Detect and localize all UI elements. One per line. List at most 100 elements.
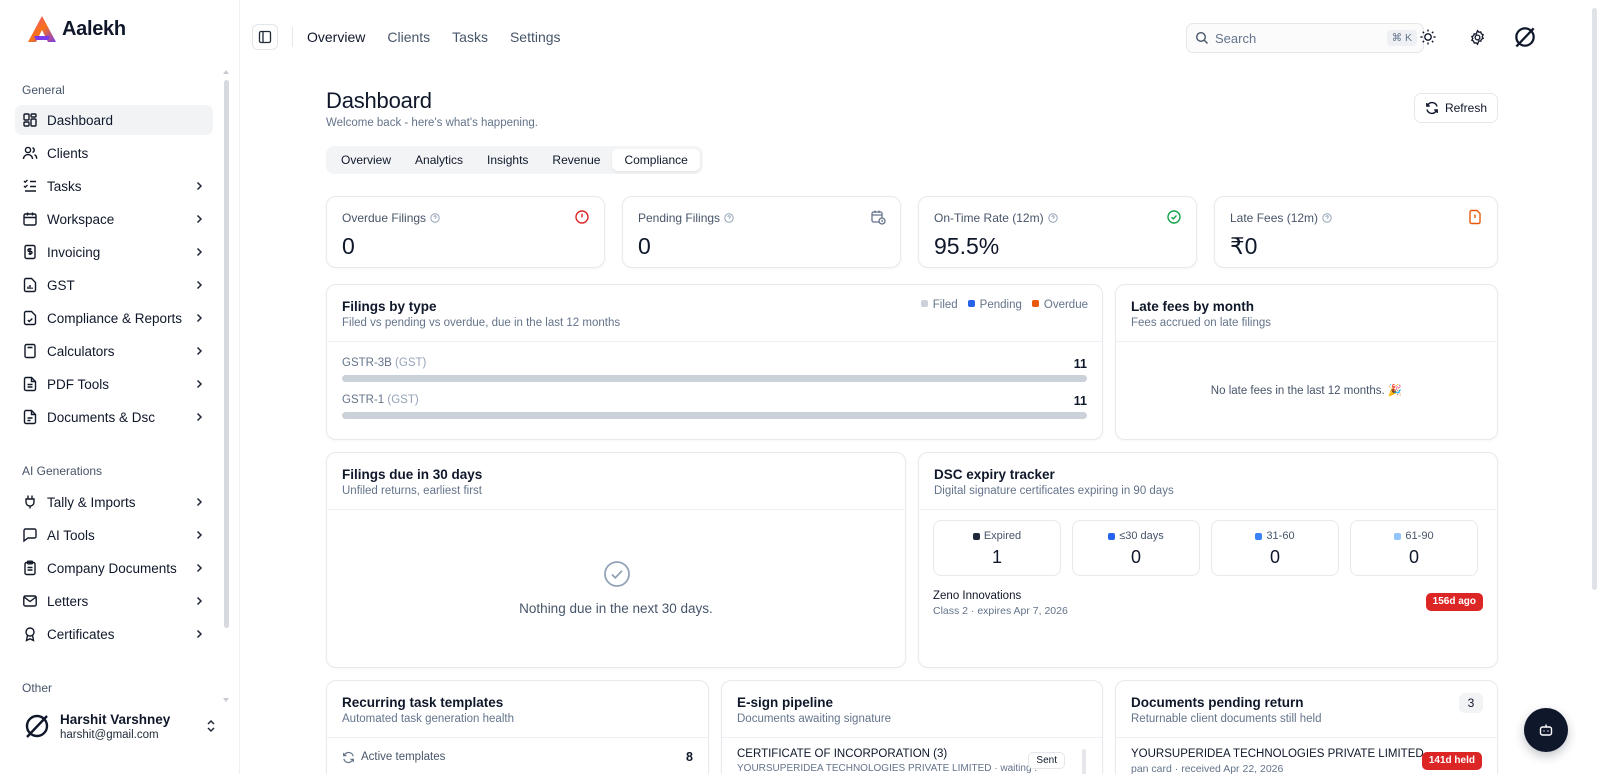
scroll-down-arrow-icon[interactable] <box>223 698 229 702</box>
chevron-right-icon <box>196 181 203 191</box>
sidebar-item-letters[interactable]: Letters <box>15 586 213 616</box>
chevron-right-icon <box>196 412 203 422</box>
help-icon[interactable] <box>430 213 440 223</box>
chevron-right-icon <box>196 596 203 606</box>
dsc-bucket-value: 0 <box>1130 547 1141 567</box>
sidebar-item-tasks[interactable]: Tasks <box>15 171 213 201</box>
dsc-bucket-label: 31-60 <box>1212 530 1338 542</box>
kpi-value: 0 <box>342 233 355 259</box>
bucket-label: 61-90 <box>1405 530 1434 542</box>
kpi-label-row: Pending Filings <box>638 211 734 225</box>
sidebar-item-label: PDF Tools <box>47 376 110 392</box>
top-tab-tasks[interactable]: Tasks <box>452 29 488 45</box>
chevron-right-icon <box>196 629 203 639</box>
assistant-button[interactable] <box>1524 708 1568 752</box>
sidebar-item-pdf-tools[interactable]: PDF Tools <box>15 369 213 399</box>
kpi-value: ₹0 <box>1230 233 1258 259</box>
tab-compliance[interactable]: Compliance <box>612 149 700 171</box>
top-tab-overview[interactable]: Overview <box>307 29 365 45</box>
active-templates-row[interactable]: Active templates 8 <box>342 749 693 765</box>
document-item[interactable]: YOURSUPERIDEA TECHNOLOGIES PRIVATE LIMIT… <box>1131 748 1482 774</box>
user-menu[interactable]: Harshit Varshney harshit@gmail.com <box>22 706 222 746</box>
document-icon <box>21 408 39 426</box>
page-scrollbar[interactable] <box>1590 0 1600 774</box>
sidebar: Aalekh General Dashboard Clients Tasks W… <box>0 0 240 774</box>
status-badge: 156d ago <box>1425 593 1483 611</box>
card-title: Documents pending return <box>1131 695 1304 710</box>
card-title: Recurring task templates <box>342 695 504 710</box>
profile-button[interactable] <box>1511 23 1539 51</box>
sidebar-item-label: Tally & Imports <box>47 494 136 510</box>
dsc-bucket-61-90[interactable]: 61-90 0 <box>1350 520 1478 576</box>
filing-row-gstr-3b: GSTR-3B (GST) 11 <box>342 357 1087 383</box>
sidebar-item-compliance-reports[interactable]: Compliance & Reports <box>15 303 213 333</box>
sidebar-item-calculators[interactable]: Calculators <box>15 336 213 366</box>
sidebar-item-workspace[interactable]: Workspace <box>15 204 213 234</box>
sidebar-item-tally-imports[interactable]: Tally & Imports <box>15 487 213 517</box>
dsc-bucket-31-60[interactable]: 31-60 0 <box>1211 520 1339 576</box>
sun-icon <box>1420 29 1436 45</box>
scrollbar-thumb[interactable] <box>224 80 229 628</box>
kpi-late-fees: Late Fees (12m) ₹0 <box>1214 196 1498 268</box>
filing-progress-filed <box>342 412 1087 419</box>
divider <box>327 509 905 510</box>
card-subtitle: Fees accrued on late filings <box>1131 317 1271 329</box>
sidebar-item-invoicing[interactable]: Invoicing <box>15 237 213 267</box>
dsc-item[interactable]: Zeno Innovations Class 2 · expires Apr 7… <box>933 590 1483 620</box>
sidebar-toggle-button[interactable] <box>252 24 278 50</box>
dsc-bucket-value: 0 <box>1408 547 1419 567</box>
sidebar-item-label: Dashboard <box>47 112 114 128</box>
card-title: DSC expiry tracker <box>934 467 1055 482</box>
sidebar-scrollbar[interactable] <box>222 70 230 702</box>
sidebar-item-label: Workspace <box>47 211 115 227</box>
panel-left-icon <box>258 30 272 44</box>
list-scrollbar[interactable] <box>1082 749 1086 774</box>
empty-state-message: Nothing due in the next 30 days. <box>519 601 713 616</box>
tab-revenue[interactable]: Revenue <box>540 149 612 171</box>
tab-overview[interactable]: Overview <box>329 149 403 171</box>
card-subtitle: Filed vs pending vs overdue, due in the … <box>342 317 621 329</box>
scrollbar-thumb[interactable] <box>1592 8 1597 590</box>
divider <box>1116 737 1497 738</box>
help-icon[interactable] <box>724 213 734 223</box>
help-icon[interactable] <box>1322 213 1332 223</box>
divider <box>327 341 1102 342</box>
dsc-bucket-value: 0 <box>1269 547 1280 567</box>
sidebar-nav: General Dashboard Clients Tasks Workspac… <box>0 72 228 706</box>
tab-insights[interactable]: Insights <box>475 149 540 171</box>
user-name: Harshit Varshney <box>60 711 171 727</box>
top-tab-clients[interactable]: Clients <box>387 29 430 45</box>
sidebar-item-dashboard[interactable]: Dashboard <box>15 105 213 135</box>
scroll-up-arrow-icon[interactable] <box>223 70 229 74</box>
search-input[interactable]: Search ⌘ K <box>1186 23 1424 53</box>
sidebar-item-gst[interactable]: GST <box>15 270 213 300</box>
theme-toggle-button[interactable] <box>1417 26 1439 48</box>
sidebar-item-company-documents[interactable]: Company Documents <box>15 553 213 583</box>
card-title: Filings due in 30 days <box>342 467 483 482</box>
empty-state-message: No late fees in the last 12 months. 🎉 <box>1210 385 1403 397</box>
esign-item[interactable]: CERTIFICATE OF INCORPORATION (3) YOURSUP… <box>737 748 1087 774</box>
top-tab-settings[interactable]: Settings <box>510 29 561 45</box>
sidebar-item-clients[interactable]: Clients <box>15 138 213 168</box>
sidebar-item-certificates[interactable]: Certificates <box>15 619 213 649</box>
filing-name: GSTR-3B (GST) <box>342 357 1087 369</box>
tab-analytics[interactable]: Analytics <box>403 149 475 171</box>
sidebar-item-documents-dsc[interactable]: Documents & Dsc <box>15 402 213 432</box>
kpi-label-row: Late Fees (12m) <box>1230 211 1332 225</box>
sidebar-item-ai-tools[interactable]: AI Tools <box>15 520 213 550</box>
refresh-button[interactable]: Refresh <box>1413 93 1498 123</box>
settings-button[interactable] <box>1466 26 1488 48</box>
dsc-bucket-30-days[interactable]: ≤30 days 0 <box>1072 520 1200 576</box>
help-icon[interactable] <box>1047 213 1058 223</box>
app-logo[interactable]: Aalekh <box>26 14 126 44</box>
documents-pending-card: Documents pending return Returnable clie… <box>1115 680 1498 774</box>
bucket-label: Expired <box>983 530 1022 542</box>
filings-due-card: Filings due in 30 days Unfiled returns, … <box>326 452 906 668</box>
chevron-right-icon <box>196 379 203 389</box>
sidebar-item-label: Tasks <box>47 178 82 194</box>
dsc-bucket-expired[interactable]: Expired 1 <box>933 520 1061 576</box>
kpi-value: 95.5% <box>934 233 1000 259</box>
sidebar-item-label: Certificates <box>47 626 115 642</box>
message-icon <box>21 526 39 544</box>
chevron-up-down-icon <box>207 719 215 733</box>
